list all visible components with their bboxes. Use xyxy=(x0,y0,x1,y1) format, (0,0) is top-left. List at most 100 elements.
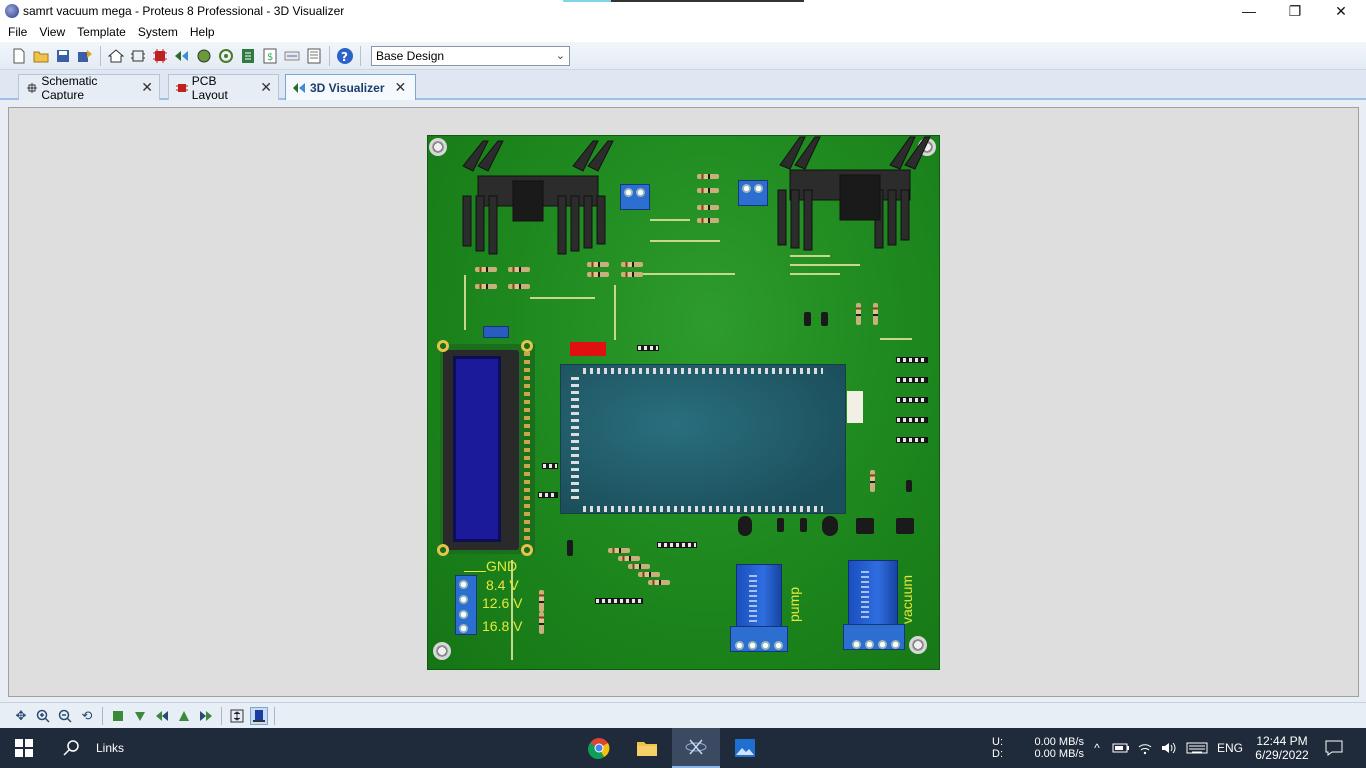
heatsink-left xyxy=(462,140,614,255)
tab-3d-visualizer[interactable]: 3D Visualizer ✕ xyxy=(285,74,416,100)
schematic-tab-icon xyxy=(27,82,37,93)
bom-icon[interactable] xyxy=(239,47,257,65)
close-tab-icon[interactable]: ✕ xyxy=(394,79,406,96)
clock[interactable]: 12:44 PM 6/29/2022 xyxy=(1250,728,1314,768)
disk-d-label: D: xyxy=(992,748,1003,760)
silk-voltage-12v6: 12.6 V xyxy=(482,595,523,611)
variant-select[interactable]: Base Design ⌄ xyxy=(371,45,570,66)
notes-icon[interactable] xyxy=(305,47,323,65)
silk-vacuum-label: vacuum xyxy=(899,574,915,624)
keyboard-icon[interactable] xyxy=(1184,728,1210,768)
import-icon[interactable] xyxy=(76,47,94,65)
help-icon[interactable]: ? xyxy=(336,47,354,65)
transistor xyxy=(738,516,752,536)
pin-header xyxy=(595,598,643,604)
menu-file[interactable]: File xyxy=(2,25,33,39)
pan-icon[interactable]: ✥ xyxy=(12,707,30,725)
diode xyxy=(777,518,784,532)
pin-header xyxy=(637,345,659,351)
zoom-out-icon[interactable] xyxy=(56,707,74,725)
start-button[interactable] xyxy=(0,728,48,768)
silk-pump-label: pump xyxy=(786,586,802,622)
menu-system[interactable]: System xyxy=(132,25,184,39)
resistor xyxy=(475,284,497,289)
code-icon[interactable] xyxy=(283,47,301,65)
board-view-icon[interactable] xyxy=(250,706,268,725)
view-top-icon[interactable] xyxy=(109,707,127,725)
folder-icon xyxy=(637,742,657,756)
chrome-taskbar-button[interactable] xyxy=(576,728,622,768)
home-icon[interactable] xyxy=(107,47,125,65)
view-right-icon[interactable] xyxy=(197,707,215,725)
view-left-icon[interactable] xyxy=(153,707,171,725)
svg-text:$: $ xyxy=(267,52,273,63)
view-front-icon[interactable] xyxy=(131,707,149,725)
resistor xyxy=(608,548,630,553)
close-button[interactable]: ✕ xyxy=(1318,0,1364,22)
volume-icon[interactable] xyxy=(1158,728,1180,768)
zoom-in-icon[interactable] xyxy=(34,707,52,725)
screw xyxy=(852,640,861,649)
screw xyxy=(761,641,770,650)
proteus-taskbar-button[interactable] xyxy=(672,728,720,768)
visualizer-icon[interactable] xyxy=(173,47,191,65)
search-button[interactable] xyxy=(48,728,96,768)
pcb-trace xyxy=(790,273,840,275)
pcb-icon[interactable] xyxy=(151,47,169,65)
gerber-icon[interactable] xyxy=(195,47,213,65)
height-toggle-icon[interactable] xyxy=(228,707,246,725)
battery-icon[interactable] xyxy=(1110,728,1132,768)
heatsink-right xyxy=(777,136,931,251)
resistor xyxy=(870,470,875,492)
rotate-icon[interactable]: ⟲ xyxy=(78,707,96,725)
disk-speeds: 0.00 MB/s 0.00 MB/s xyxy=(1032,728,1084,768)
resistor xyxy=(628,564,650,569)
relay-label xyxy=(749,575,757,625)
menu-bar: File View Template System Help xyxy=(0,22,1366,42)
chevron-up-icon[interactable]: ^ xyxy=(1088,728,1106,768)
screw xyxy=(624,188,633,197)
arduino-mega-board xyxy=(560,364,863,514)
title-accent-dark xyxy=(611,0,804,2)
tab-label: Schematic Capture xyxy=(41,73,98,102)
silk-gnd-label: GND xyxy=(486,558,518,574)
close-tab-icon[interactable]: ✕ xyxy=(260,79,272,96)
open-folder-icon[interactable] xyxy=(32,47,50,65)
close-tab-icon[interactable]: ✕ xyxy=(141,79,153,96)
file-explorer-taskbar-button[interactable] xyxy=(624,728,670,768)
tab-label: PCB Layout xyxy=(191,73,228,102)
view-back-icon[interactable] xyxy=(175,707,193,725)
photos-taskbar-button[interactable] xyxy=(722,728,768,768)
windows-icon xyxy=(15,739,33,757)
language-indicator[interactable]: ENG xyxy=(1214,728,1246,768)
diode xyxy=(906,480,912,492)
diode xyxy=(821,312,828,326)
design-explorer-icon[interactable] xyxy=(217,47,235,65)
menu-help[interactable]: Help xyxy=(184,25,221,39)
screw xyxy=(459,610,468,619)
notifications-icon[interactable] xyxy=(1318,728,1350,768)
screw xyxy=(735,641,744,650)
status-separator xyxy=(102,706,103,725)
tab-pcb-layout[interactable]: PCB Layout ✕ xyxy=(168,73,279,102)
resistor xyxy=(618,556,640,561)
silk-voltage-8v4: 8.4 V xyxy=(486,577,519,593)
silk-voltage-16v8: 16.8 V xyxy=(482,618,523,634)
wifi-icon[interactable] xyxy=(1134,728,1156,768)
restore-button[interactable]: ❐ xyxy=(1272,0,1318,22)
minimize-button[interactable]: — xyxy=(1226,0,1272,22)
menu-template[interactable]: Template xyxy=(71,25,132,39)
new-file-icon[interactable] xyxy=(10,47,28,65)
pcb-trace xyxy=(650,219,690,221)
currency-icon[interactable]: $ xyxy=(261,47,279,65)
proteus-icon xyxy=(685,739,707,755)
menu-view[interactable]: View xyxy=(33,25,71,39)
tab-schematic-capture[interactable]: Schematic Capture ✕ xyxy=(18,73,160,102)
pcb-trace xyxy=(790,264,860,266)
chevron-down-icon: ⌄ xyxy=(555,50,565,62)
pin-header xyxy=(657,542,697,548)
disk-u-label: U: xyxy=(992,736,1003,748)
schematic-icon[interactable] xyxy=(129,47,147,65)
links-toolbar[interactable]: Links xyxy=(96,728,156,768)
save-icon[interactable] xyxy=(54,47,72,65)
